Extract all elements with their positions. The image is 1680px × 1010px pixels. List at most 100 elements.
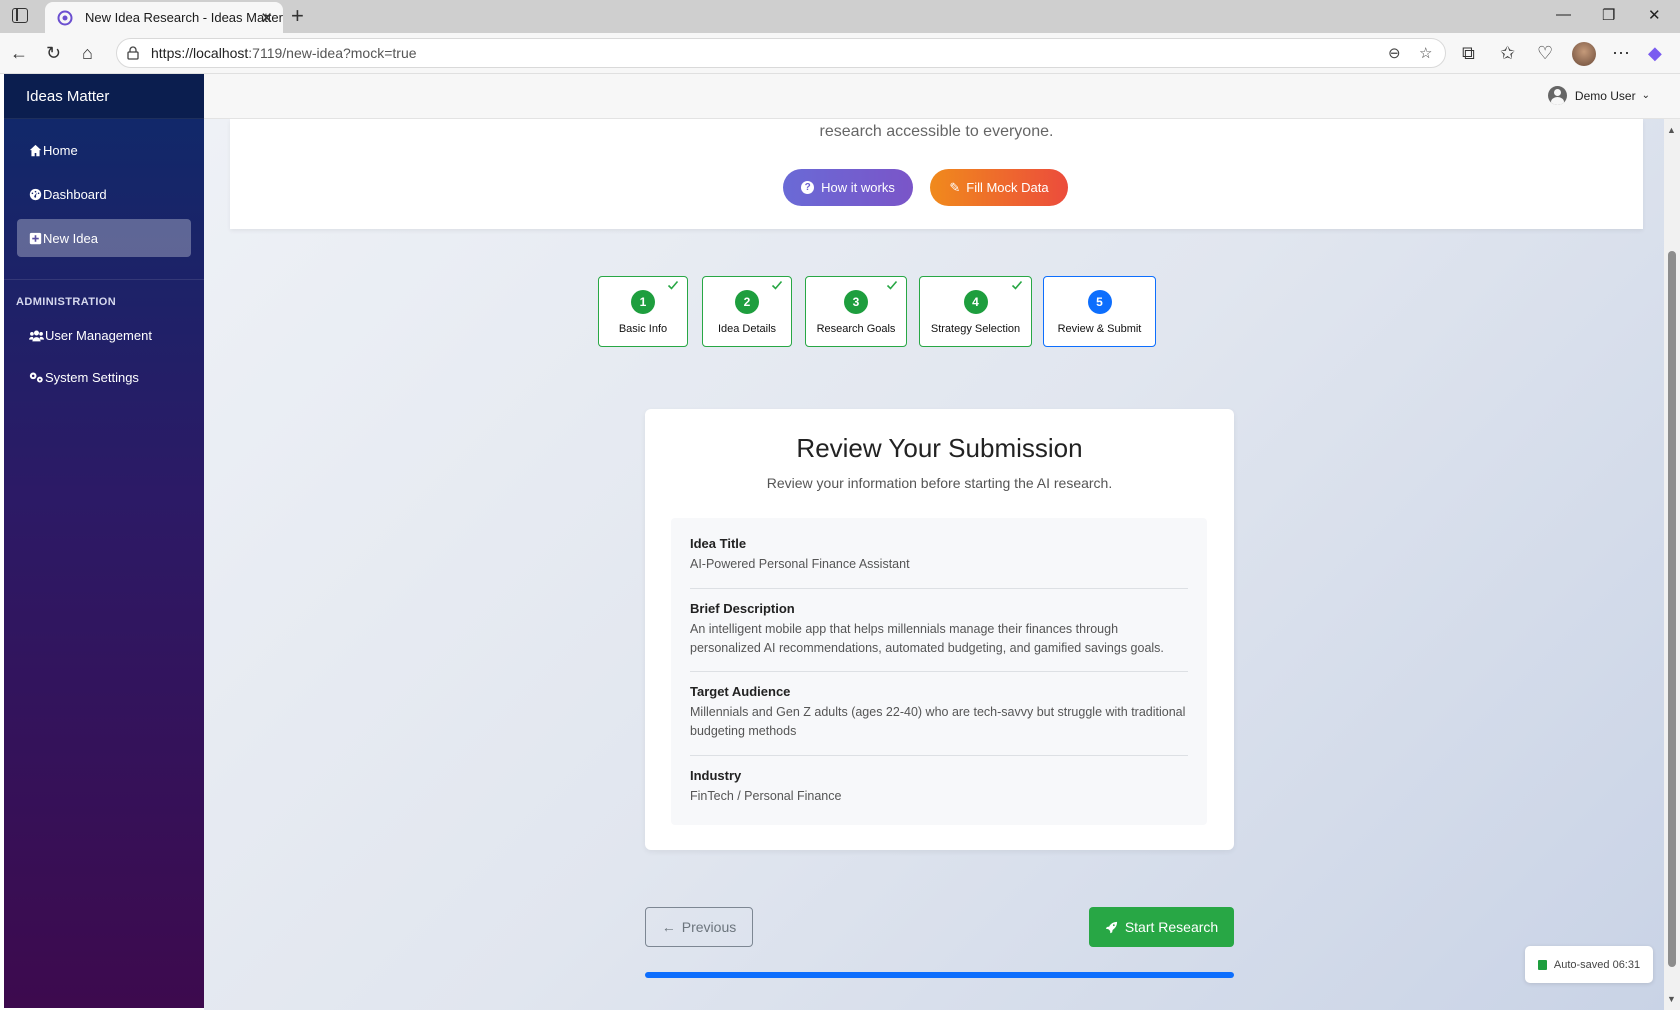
- review-field-idea-title: Idea Title AI-Powered Personal Finance A…: [690, 536, 1188, 574]
- step-number: 3: [844, 290, 868, 314]
- field-value: Millennials and Gen Z adults (ages 22-40…: [690, 705, 1186, 738]
- sidebar-section-heading: ADMINISTRATION: [16, 296, 117, 308]
- restore-icon[interactable]: ❐: [1602, 6, 1615, 24]
- how-it-works-button[interactable]: ? How it works: [783, 169, 913, 206]
- review-card: Review Your Submission Review your infor…: [645, 409, 1234, 850]
- close-tab-icon[interactable]: ✕: [260, 9, 273, 27]
- sidebar-item-user-management[interactable]: User Management: [17, 316, 191, 354]
- step-label: Idea Details: [717, 323, 777, 335]
- browser-tab-bar: New Idea Research - Ideas Matter ✕ + — ❐…: [0, 0, 1680, 33]
- sidebar-item-dashboard[interactable]: Dashboard: [17, 175, 191, 213]
- app-favicon-icon: [57, 10, 73, 25]
- top-bar: Demo User ⌄: [204, 74, 1680, 119]
- user-circle-icon: [1547, 86, 1567, 105]
- fill-mock-data-button[interactable]: ✎ Fill Mock Data: [930, 169, 1068, 206]
- review-field-description: Brief Description An intelligent mobile …: [690, 601, 1188, 658]
- close-window-icon[interactable]: ✕: [1648, 6, 1661, 24]
- scroll-down-icon[interactable]: ▼: [1667, 994, 1676, 1004]
- pencil-icon: ✎: [949, 179, 961, 195]
- divider: [690, 588, 1188, 589]
- app-root: Ideas Matter Home Dashboard New Idea ADM…: [4, 74, 1680, 1010]
- url-host: https://localhost: [151, 45, 249, 61]
- scrollbar[interactable]: ▲ ▼: [1664, 119, 1680, 1010]
- refresh-icon[interactable]: ↻: [46, 43, 61, 63]
- step-strategy-selection[interactable]: 4 Strategy Selection: [919, 276, 1032, 347]
- chevron-down-icon: ⌄: [1641, 90, 1650, 101]
- step-basic-info[interactable]: 1 Basic Info: [598, 276, 688, 347]
- divider: [690, 671, 1188, 672]
- review-field-industry: Industry FinTech / Personal Finance: [690, 768, 1188, 806]
- home-browser-icon[interactable]: ⌂: [82, 43, 93, 63]
- step-label: Research Goals: [816, 323, 896, 335]
- field-label: Industry: [690, 768, 742, 783]
- previous-button[interactable]: ← Previous: [645, 907, 753, 947]
- rocket-icon: [1105, 921, 1117, 933]
- autosave-toast: Auto-saved 06:31: [1525, 946, 1653, 983]
- step-idea-details[interactable]: 2 Idea Details: [702, 276, 792, 347]
- check-icon: [771, 280, 783, 290]
- new-tab-icon[interactable]: +: [291, 5, 304, 27]
- sidebar-divider: [4, 279, 204, 280]
- field-value: FinTech / Personal Finance: [690, 789, 842, 803]
- check-icon: [1011, 280, 1023, 290]
- health-icon[interactable]: ♡: [1537, 43, 1553, 63]
- favorite-star-icon[interactable]: ☆: [1419, 44, 1432, 62]
- browser-tab[interactable]: New Idea Research - Ideas Matter ✕: [45, 2, 283, 33]
- back-icon[interactable]: ←: [10, 43, 28, 63]
- main-content: research accessible to everyone. ? How i…: [204, 119, 1664, 1010]
- step-research-goals[interactable]: 3 Research Goals: [805, 276, 907, 347]
- step-label: Strategy Selection: [930, 323, 1021, 335]
- step-number: 4: [963, 290, 988, 314]
- user-name: Demo User: [1574, 88, 1636, 103]
- wizard-progress-bar: [645, 972, 1234, 978]
- users-icon: [29, 330, 44, 341]
- review-title: Review Your Submission: [796, 433, 1083, 463]
- profile-avatar[interactable]: [1572, 42, 1596, 66]
- step-review-submit[interactable]: 5 Review & Submit: [1043, 276, 1156, 347]
- hero-text: research accessible to everyone.: [819, 123, 1054, 140]
- address-bar[interactable]: https://localhost:7119/new-idea?mock=tru…: [116, 38, 1446, 68]
- field-label: Target Audience: [690, 684, 791, 699]
- step-label: Basic Info: [618, 323, 668, 335]
- user-menu[interactable]: Demo User ⌄: [1547, 86, 1650, 105]
- field-label: Brief Description: [690, 601, 795, 616]
- plus-square-icon: [29, 232, 42, 244]
- field-label: Idea Title: [690, 536, 747, 551]
- sidebar-item-system-settings[interactable]: System Settings: [17, 358, 191, 396]
- zoom-icon[interactable]: ⊖: [1388, 44, 1401, 62]
- start-research-label: Start Research: [1124, 919, 1219, 935]
- step-number: 5: [1087, 290, 1112, 314]
- arrow-left-icon: ←: [661, 919, 676, 935]
- how-it-works-label: How it works: [821, 180, 895, 195]
- sidebar-item-label: Home: [43, 142, 78, 158]
- field-value: An intelligent mobile app that helps mil…: [690, 622, 1164, 655]
- copilot-icon[interactable]: ◆: [1648, 43, 1662, 63]
- step-label: Review & Submit: [1057, 323, 1142, 335]
- save-icon: [1537, 959, 1547, 970]
- sidebar-item-label: Dashboard: [43, 186, 107, 202]
- divider: [690, 755, 1188, 756]
- sidebar-toggle-icon[interactable]: [12, 8, 28, 23]
- lock-icon: [127, 46, 139, 60]
- favorites-icon[interactable]: ✩: [1500, 43, 1515, 63]
- previous-label: Previous: [681, 919, 737, 935]
- scroll-up-icon[interactable]: ▲: [1667, 125, 1676, 135]
- step-number: 2: [735, 290, 759, 314]
- autosave-text: Auto-saved 06:31: [1553, 958, 1641, 971]
- check-icon: [667, 280, 679, 290]
- sidebar-item-new-idea[interactable]: New Idea: [17, 219, 191, 257]
- extensions-icon[interactable]: ⧉: [1462, 43, 1475, 63]
- check-icon: [886, 280, 898, 290]
- step-number: 1: [631, 290, 655, 314]
- review-subtitle: Review your information before starting …: [766, 475, 1113, 491]
- minimize-icon[interactable]: —: [1556, 6, 1571, 23]
- start-research-button[interactable]: Start Research: [1089, 907, 1234, 947]
- browser-toolbar: ← ↻ ⌂ https://localhost:7119/new-idea?mo…: [0, 33, 1680, 74]
- url-path: :7119/new-idea?mock=true: [248, 45, 417, 61]
- sidebar-item-label: System Settings: [45, 369, 139, 385]
- scrollbar-thumb[interactable]: [1668, 251, 1676, 967]
- more-icon[interactable]: ⋯: [1612, 43, 1630, 63]
- brand-title[interactable]: Ideas Matter: [4, 74, 204, 119]
- review-summary: Idea Title AI-Powered Personal Finance A…: [671, 518, 1207, 825]
- sidebar-item-home[interactable]: Home: [17, 131, 191, 169]
